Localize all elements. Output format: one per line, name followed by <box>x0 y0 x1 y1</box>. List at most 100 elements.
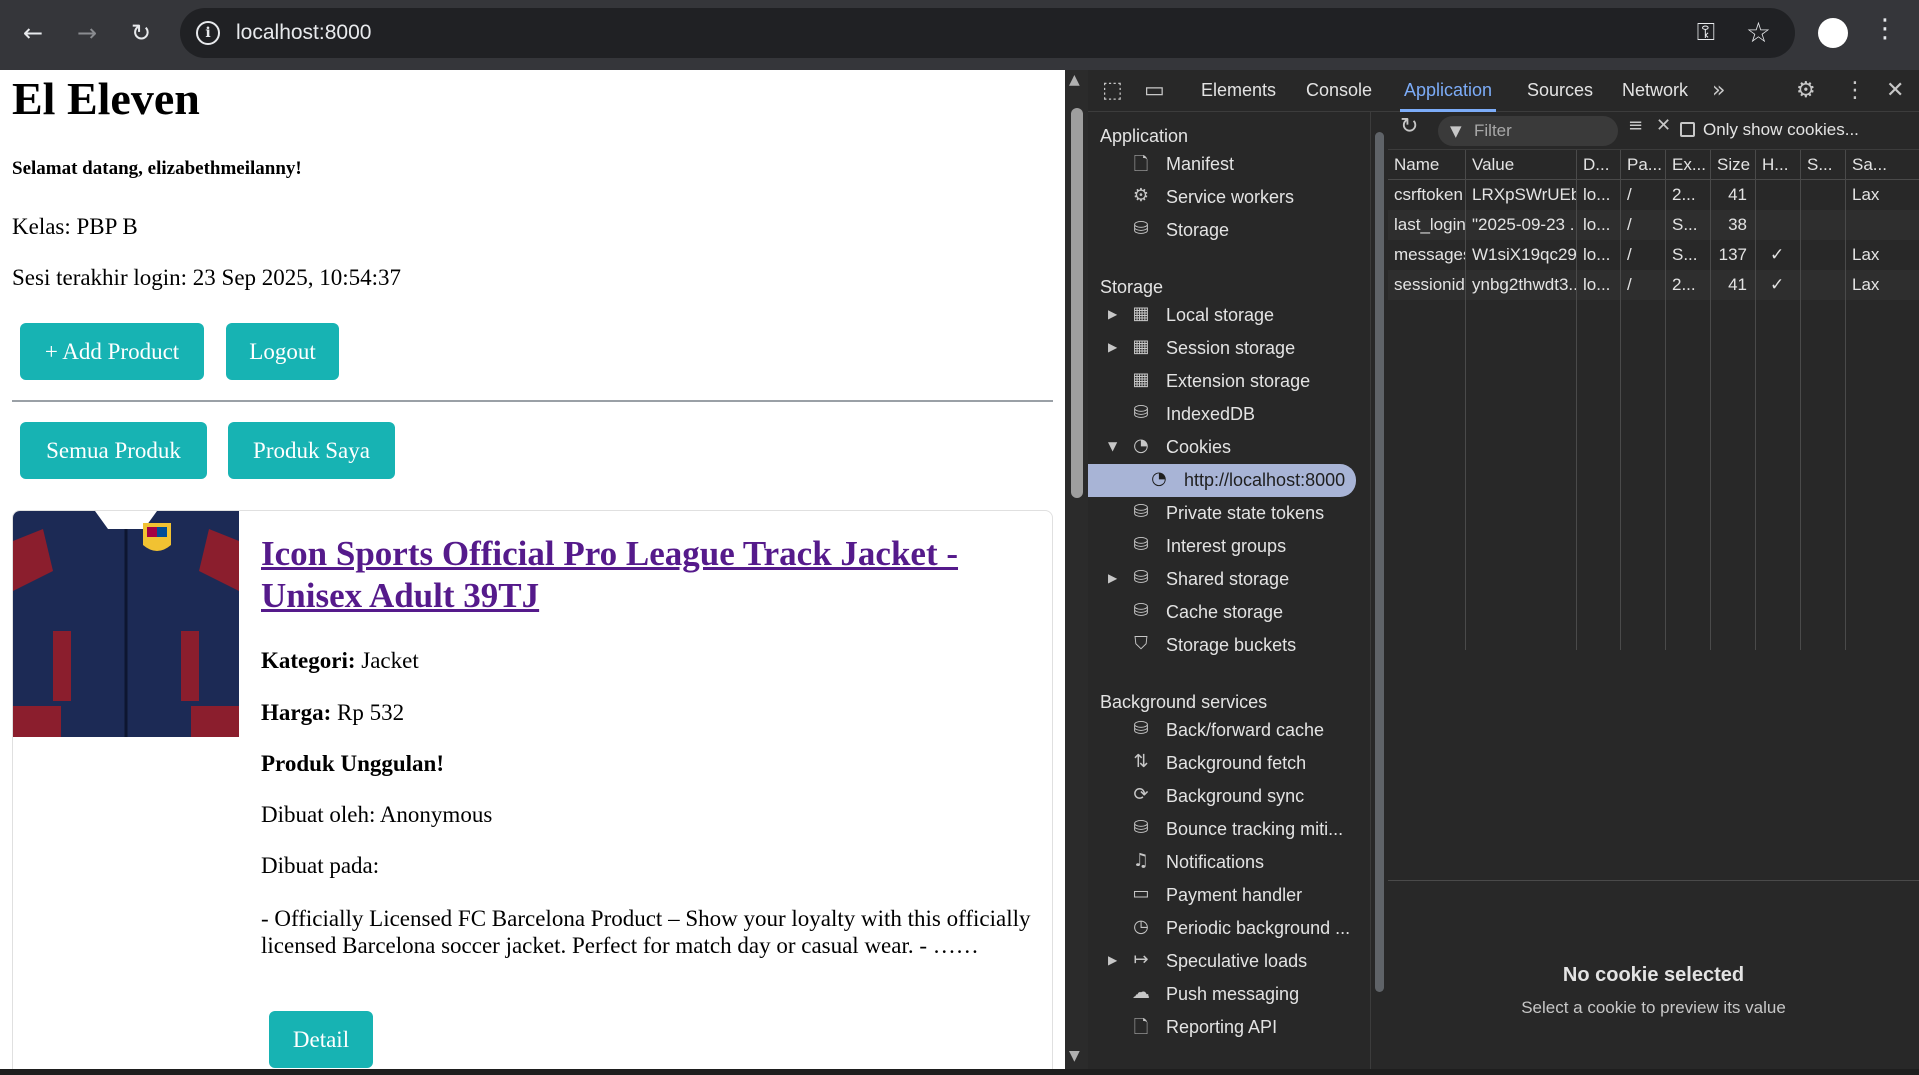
table-cell[interactable]: lo... <box>1577 270 1620 300</box>
table-cell[interactable]: / <box>1621 210 1665 240</box>
table-cell[interactable]: LRXpSWrUEb... <box>1466 180 1576 210</box>
table-cell[interactable] <box>1801 210 1845 240</box>
address-bar[interactable]: i localhost:8000 ⚿ ☆ <box>180 8 1795 58</box>
sidebar-item-manifest[interactable]: 🗋 Manifest <box>1088 148 1356 181</box>
sidebar-item-session-storage[interactable]: ▶ ▦ Session storage <box>1088 332 1356 365</box>
sidebar-item-shared-storage[interactable]: ▶ ⛁ Shared storage <box>1088 563 1356 596</box>
password-key-icon[interactable]: ⚿ <box>1697 18 1715 46</box>
expand-arrow-icon[interactable]: ▶ <box>1108 953 1117 967</box>
tab-console[interactable]: Console <box>1306 80 1372 101</box>
forward-icon[interactable]: → <box>72 18 102 48</box>
delete-selected-icon[interactable]: ✕ <box>1656 115 1671 136</box>
scroll-thumb[interactable] <box>1071 108 1083 498</box>
table-cell[interactable]: / <box>1621 180 1665 210</box>
sidebar-item-cookie-origin[interactable]: ◔ http://localhost:8000 <box>1088 464 1356 497</box>
sidebar-item-reporting-api[interactable]: 🗋 Reporting API <box>1088 1011 1356 1044</box>
tab-elements[interactable]: Elements <box>1201 80 1276 101</box>
product-title-link[interactable]: Icon Sports Official Pro League Track Ja… <box>261 533 1021 617</box>
produk-saya-button[interactable]: Produk Saya <box>228 422 395 479</box>
table-cell[interactable]: lo... <box>1577 180 1620 210</box>
column-header[interactable]: S... <box>1801 150 1845 180</box>
sidebar-item-background-sync[interactable]: ⟳ Background sync <box>1088 780 1356 813</box>
site-info-icon[interactable]: i <box>196 21 220 45</box>
table-cell[interactable]: 41 <box>1711 180 1755 210</box>
add-product-button[interactable]: + Add Product <box>20 323 204 380</box>
filter-input[interactable]: ▼ Filter <box>1438 116 1618 146</box>
table-cell[interactable]: 137 <box>1711 240 1755 270</box>
sidebar-item-notifications[interactable]: ♫ Notifications <box>1088 846 1356 879</box>
table-cell[interactable]: 38 <box>1711 210 1755 240</box>
detail-button[interactable]: Detail <box>269 1011 373 1068</box>
table-cell[interactable] <box>1756 180 1800 210</box>
column-header[interactable]: Name <box>1388 150 1465 180</box>
table-cell[interactable]: ynbg2thwdt3... <box>1466 270 1576 300</box>
checkbox-box[interactable] <box>1680 122 1695 137</box>
sidebar-item-periodic-background[interactable]: ◷ Periodic background ... <box>1088 912 1356 945</box>
devtools-menu-icon[interactable]: ⋮ <box>1844 78 1866 103</box>
sidebar-item-interest-groups[interactable]: ⛁ Interest groups <box>1088 530 1356 563</box>
scroll-down-icon[interactable]: ▼ <box>1069 1048 1080 1064</box>
column-header[interactable]: D... <box>1577 150 1620 180</box>
sidebar-scrollbar[interactable] <box>1371 112 1387 1069</box>
sidebar-item-indexeddb[interactable]: ⛁ IndexedDB <box>1088 398 1356 431</box>
sidebar-item-cookies[interactable]: ▼ ◔ Cookies <box>1088 431 1356 464</box>
sidebar-item-payment-handler[interactable]: ▭ Payment handler <box>1088 879 1356 912</box>
sidebar-item-push-messaging[interactable]: ☁ Push messaging <box>1088 978 1356 1011</box>
device-toolbar-icon[interactable]: ▭ <box>1144 78 1165 103</box>
table-cell[interactable]: messages <box>1388 240 1465 270</box>
url-text[interactable]: localhost:8000 <box>236 21 371 45</box>
profile-avatar[interactable] <box>1818 18 1848 48</box>
sidebar-item-speculative-loads[interactable]: ▶ ↦ Speculative loads <box>1088 945 1356 978</box>
table-cell[interactable]: / <box>1621 240 1665 270</box>
table-cell[interactable]: lo... <box>1577 240 1620 270</box>
table-cell[interactable]: "2025-09-23 ... <box>1466 210 1576 240</box>
table-cell[interactable] <box>1801 180 1845 210</box>
tab-sources[interactable]: Sources <box>1527 80 1593 101</box>
table-cell[interactable]: W1siX19qc29... <box>1466 240 1576 270</box>
back-icon[interactable]: ← <box>18 18 48 48</box>
semua-produk-button[interactable]: Semua Produk <box>20 422 207 479</box>
sidebar-item-background-fetch[interactable]: ⇅ Background fetch <box>1088 747 1356 780</box>
expand-arrow-icon[interactable]: ▶ <box>1108 307 1117 321</box>
more-tabs-icon[interactable]: » <box>1712 78 1725 103</box>
column-header[interactable]: Sa... <box>1846 150 1919 180</box>
only-show-issues-checkbox[interactable]: Only show cookies... <box>1680 120 1859 140</box>
column-header[interactable]: Ex... <box>1666 150 1710 180</box>
reload-icon[interactable]: ↻ <box>126 18 156 48</box>
sidebar-item-cache-storage[interactable]: ⛁ Cache storage <box>1088 596 1356 629</box>
table-cell[interactable] <box>1801 240 1845 270</box>
scroll-up-icon[interactable]: ▲ <box>1069 72 1080 88</box>
page-scrollbar[interactable]: ▲ ▼ <box>1065 70 1088 1069</box>
column-header[interactable]: Pa... <box>1621 150 1665 180</box>
sidebar-scroll-thumb[interactable] <box>1375 132 1384 992</box>
close-devtools-icon[interactable]: ✕ <box>1886 78 1904 103</box>
settings-gear-icon[interactable]: ⚙ <box>1796 78 1816 103</box>
inspect-element-icon[interactable]: ⬚ <box>1102 78 1123 103</box>
column-header[interactable]: Size <box>1711 150 1755 180</box>
sidebar-item-local-storage[interactable]: ▶ ▦ Local storage <box>1088 299 1356 332</box>
table-cell[interactable] <box>1756 210 1800 240</box>
sidebar-item-private-state-tokens[interactable]: ⛁ Private state tokens <box>1088 497 1356 530</box>
expand-arrow-icon[interactable]: ▶ <box>1108 571 1117 585</box>
table-cell[interactable]: S... <box>1666 240 1710 270</box>
sidebar-item-service-workers[interactable]: ⚙ Service workers <box>1088 181 1356 214</box>
table-cell[interactable]: S... <box>1666 210 1710 240</box>
sidebar-item-storage[interactable]: ⛁ Storage <box>1088 214 1356 247</box>
column-header[interactable]: H... <box>1756 150 1800 180</box>
table-cell[interactable]: 41 <box>1711 270 1755 300</box>
table-cell[interactable] <box>1846 210 1919 240</box>
sidebar-item-extension-storage[interactable]: ▦ Extension storage <box>1088 365 1356 398</box>
logout-button[interactable]: Logout <box>226 323 339 380</box>
browser-menu-icon[interactable]: ⋮ <box>1872 14 1898 44</box>
expand-arrow-icon[interactable]: ▶ <box>1108 340 1117 354</box>
table-cell[interactable]: csrftoken <box>1388 180 1465 210</box>
column-header[interactable]: Value <box>1466 150 1576 180</box>
sidebar-item-bounce-tracking[interactable]: ⛁ Bounce tracking miti... <box>1088 813 1356 846</box>
table-cell[interactable]: Lax <box>1846 270 1919 300</box>
sidebar-item-storage-buckets[interactable]: ⛉ Storage buckets <box>1088 629 1356 662</box>
bookmark-star-icon[interactable]: ☆ <box>1746 16 1771 49</box>
table-cell[interactable]: 2... <box>1666 180 1710 210</box>
pane-divider[interactable] <box>1388 880 1919 881</box>
table-cell[interactable] <box>1801 270 1845 300</box>
table-cell[interactable]: Lax <box>1846 240 1919 270</box>
